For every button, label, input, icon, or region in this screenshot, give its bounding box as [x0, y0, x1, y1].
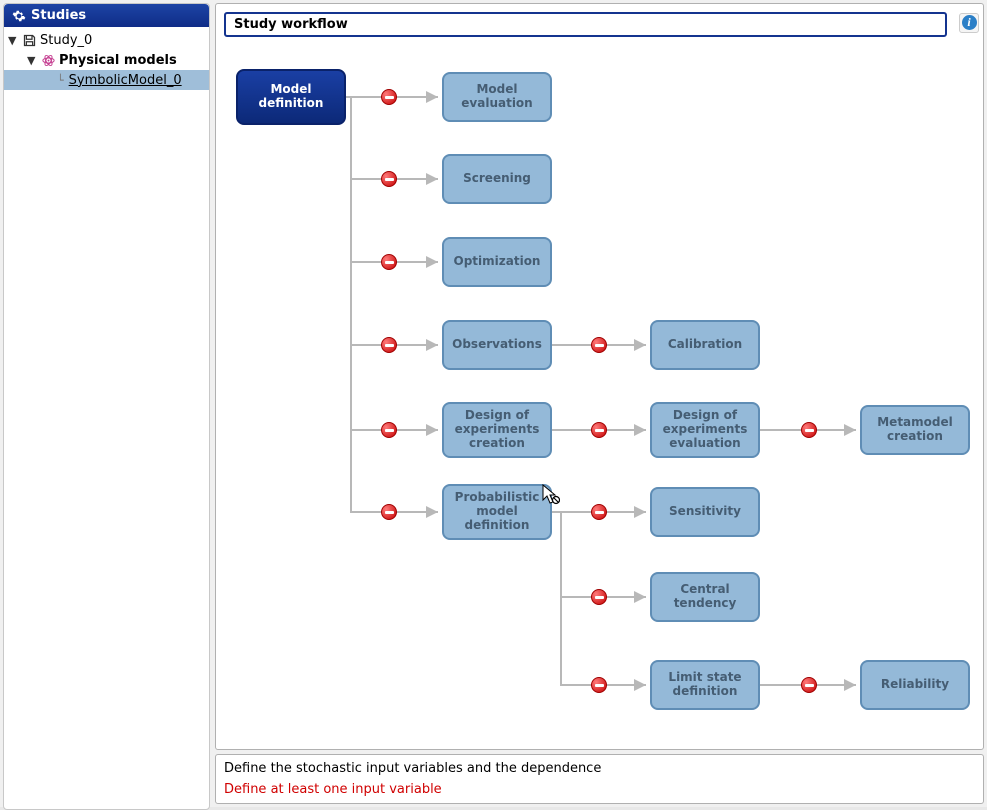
node-model-evaluation[interactable]: Model evaluation [442, 72, 552, 122]
disk-icon [21, 32, 37, 48]
tree-item-label: SymbolicModel_0 [69, 73, 182, 88]
node-screening[interactable]: Screening [442, 154, 552, 204]
info-icon: i [962, 15, 977, 30]
no-entry-icon [591, 677, 607, 693]
node-observations[interactable]: Observations [442, 320, 552, 370]
no-entry-icon [381, 422, 397, 438]
node-optimization[interactable]: Optimization [442, 237, 552, 287]
node-doe-creation[interactable]: Design of experiments creation [442, 402, 552, 458]
workflow-title-bar: Study workflow [224, 12, 947, 37]
node-metamodel-creation[interactable]: Metamodel creation [860, 405, 970, 455]
status-description: Define the stochastic input variables an… [224, 761, 975, 776]
no-entry-icon [381, 254, 397, 270]
chevron-down-icon[interactable]: ▼ [27, 54, 37, 67]
no-entry-icon [381, 89, 397, 105]
status-panel: Define the stochastic input variables an… [215, 754, 984, 804]
tree-item-label: Physical models [59, 53, 177, 68]
no-entry-icon [591, 422, 607, 438]
no-entry-icon [591, 504, 607, 520]
no-entry-icon [381, 171, 397, 187]
tree-item-study[interactable]: ▼ Study_0 [4, 30, 209, 50]
tree-item-symbolic-model[interactable]: └ SymbolicModel_0 [4, 70, 209, 90]
workflow-title: Study workflow [234, 17, 348, 32]
no-entry-icon [801, 677, 817, 693]
info-button[interactable]: i [959, 13, 979, 33]
studies-header: Studies [4, 4, 209, 27]
studies-tree[interactable]: ▼ Study_0 ▼ Physical models └ SymbolicMo… [4, 27, 209, 93]
status-warning: Define at least one input variable [224, 782, 975, 797]
atom-icon [40, 52, 56, 68]
no-entry-icon [381, 337, 397, 353]
no-entry-icon [591, 589, 607, 605]
node-calibration[interactable]: Calibration [650, 320, 760, 370]
no-entry-icon [591, 337, 607, 353]
chevron-down-icon[interactable]: ▼ [8, 34, 18, 47]
tree-item-label: Study_0 [40, 33, 92, 48]
node-central-tendency[interactable]: Central tendency [650, 572, 760, 622]
studies-title: Studies [31, 8, 86, 23]
gear-icon [12, 9, 26, 23]
studies-tree-panel: Studies ▼ Study_0 ▼ Physical models └ [3, 3, 210, 810]
node-limit-state-definition[interactable]: Limit state definition [650, 660, 760, 710]
workflow-panel: Study workflow i [215, 3, 984, 750]
node-doe-evaluation[interactable]: Design of experiments evaluation [650, 402, 760, 458]
tree-branch-icon: └ [57, 74, 64, 87]
no-entry-icon [801, 422, 817, 438]
node-sensitivity[interactable]: Sensitivity [650, 487, 760, 537]
tree-item-physical-models[interactable]: ▼ Physical models [4, 50, 209, 70]
no-entry-icon [381, 504, 397, 520]
node-prob-model-definition[interactable]: Probabilistic model definition [442, 484, 552, 540]
node-model-definition[interactable]: Model definition [236, 69, 346, 125]
workflow-canvas: Model definition Model evaluation Screen… [216, 37, 983, 749]
node-reliability[interactable]: Reliability [860, 660, 970, 710]
